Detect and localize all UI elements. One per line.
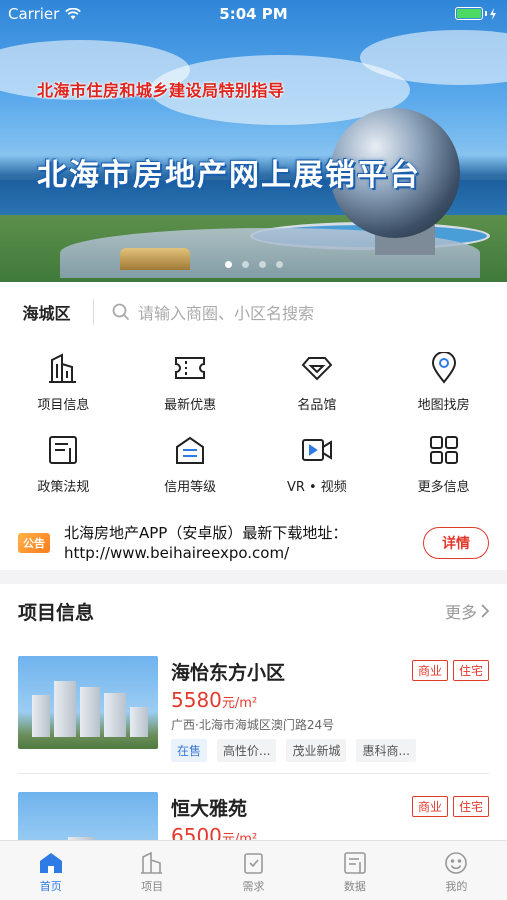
menu-item-credit-rating[interactable]: 信用等级 [127,432,254,496]
listing-price: 5580元/m² [171,688,257,712]
diamond-icon [299,350,335,386]
more-link[interactable]: 更多 [445,599,489,623]
listing-tag: 商业 [411,796,448,817]
menu-item-latest-offers[interactable]: 最新优惠 [127,350,254,414]
battery-icon [455,7,497,20]
menu-item-label: 政策法规 [37,480,90,495]
home-icon [39,853,62,873]
listing-name: 海怡东方小区 [171,662,286,684]
menu-item-premium-hall[interactable]: 名品馆 [254,350,381,414]
video-icon [299,432,335,468]
listing-tag: 住宅 [452,660,489,681]
tab-mine[interactable]: 我的 [406,841,507,900]
menu-item-label: 名品馆 [297,398,337,413]
building-icon [45,350,81,386]
tab-data[interactable]: 数据 [304,841,405,900]
announcement-tag: 公告 [18,533,50,553]
pagination-dot[interactable] [241,261,249,268]
banner-subtitle: 北海市住房和城乡建设局特别指导 [37,81,285,100]
pagination-dot[interactable] [258,261,266,268]
menu-item-label: 最新优惠 [164,398,217,413]
building-tab-icon [141,851,163,874]
house-credit-icon [172,432,208,468]
listing-name: 恒大雅苑 [171,798,248,820]
banner-title: 北海市房地产网上展销平台 [37,158,421,193]
pagination-dot[interactable] [224,261,232,268]
tab-label: 需求 [242,880,265,893]
clipboard-icon [243,853,263,874]
search-input[interactable]: 请输入商圈、小区名搜索 [94,300,507,324]
tab-home[interactable]: 首页 [0,841,101,900]
region-selector[interactable]: 海城区 [0,300,93,324]
pagination-dot[interactable] [275,261,283,268]
menu-item-label: 信用等级 [164,480,217,495]
menu-item-label: 更多信息 [417,480,470,495]
menu-item-more-info[interactable]: 更多信息 [380,432,507,496]
home-screen: 北海市住房和城乡建设局特别指导 北海市房地产网上展销平台 Carrier 5:0… [0,0,507,900]
listing-tag: 住宅 [452,796,489,817]
banner-pagination[interactable] [0,261,507,268]
ticket-icon [172,350,208,386]
announcement-bar: 公告 北海房地产APP（安卓版）最新下载地址：http://www.beihai… [0,517,507,569]
listing-chip: 茂业新城 [286,739,347,762]
announcement-text[interactable]: 北海房地产APP（安卓版）最新下载地址：http://www.beihairee… [64,523,409,563]
price-value: 5580 [171,688,222,712]
section-title: 项目信息 [18,601,95,624]
menu-item-label: 项目信息 [37,398,90,413]
listing-address: 广西·北海市海城区澳门路24号 [171,718,335,732]
tab-label: 项目 [141,880,164,893]
listing-status-chip: 在售 [171,739,208,762]
tab-demands[interactable]: 需求 [203,841,304,900]
smiley-icon [445,852,468,874]
listing-chip: 高性价... [217,739,277,762]
listing-card[interactable]: 海怡东方小区 商业 住宅 5580元/m² 广西·北海市海城区澳门路24号 在售… [18,656,489,764]
tab-bar: 首页 项目 需求 数据 我的 [0,840,507,900]
price-unit: 元/m² [221,696,258,711]
section-spacer [0,570,507,584]
search-icon [112,303,130,321]
map-pin-icon [426,350,462,386]
menu-item-label: VR • 视频 [286,480,347,495]
divider [18,773,489,774]
listing-tag: 商业 [411,660,448,681]
more-label: 更多 [444,603,477,622]
status-bar: Carrier 5:04 PM [0,0,507,28]
tab-label: 我的 [445,880,468,893]
details-button[interactable]: 详情 [423,527,489,559]
section-header: 项目信息 更多 [0,594,507,628]
chart-doc-icon [344,852,366,874]
tab-projects[interactable]: 项目 [101,841,202,900]
document-icon [45,432,81,468]
tab-label: 首页 [39,880,62,893]
listing-thumbnail [18,656,158,749]
menu-item-project-info[interactable]: 项目信息 [0,350,127,414]
chevron-right-icon [481,604,489,618]
menu-item-policies[interactable]: 政策法规 [0,432,127,496]
search-placeholder: 请输入商圈、小区名搜索 [138,304,315,323]
clock: 5:04 PM [219,5,288,23]
menu-item-vr-video[interactable]: VR • 视频 [254,432,381,496]
grid-icon [426,432,462,468]
listing-chip: 惠科商... [356,739,416,762]
menu-item-label: 地图找房 [417,398,470,413]
feature-menu: 项目信息 最新优惠 名品馆 地图找房 政策法规 信用等级 VR • 视频 更多信… [0,350,507,496]
promo-banner[interactable]: 北海市住房和城乡建设局特别指导 北海市房地产网上展销平台 [0,0,507,282]
search-bar: 海城区 请输入商圈、小区名搜索 [0,282,507,342]
tab-label: 数据 [343,880,366,893]
menu-item-map-search[interactable]: 地图找房 [380,350,507,414]
